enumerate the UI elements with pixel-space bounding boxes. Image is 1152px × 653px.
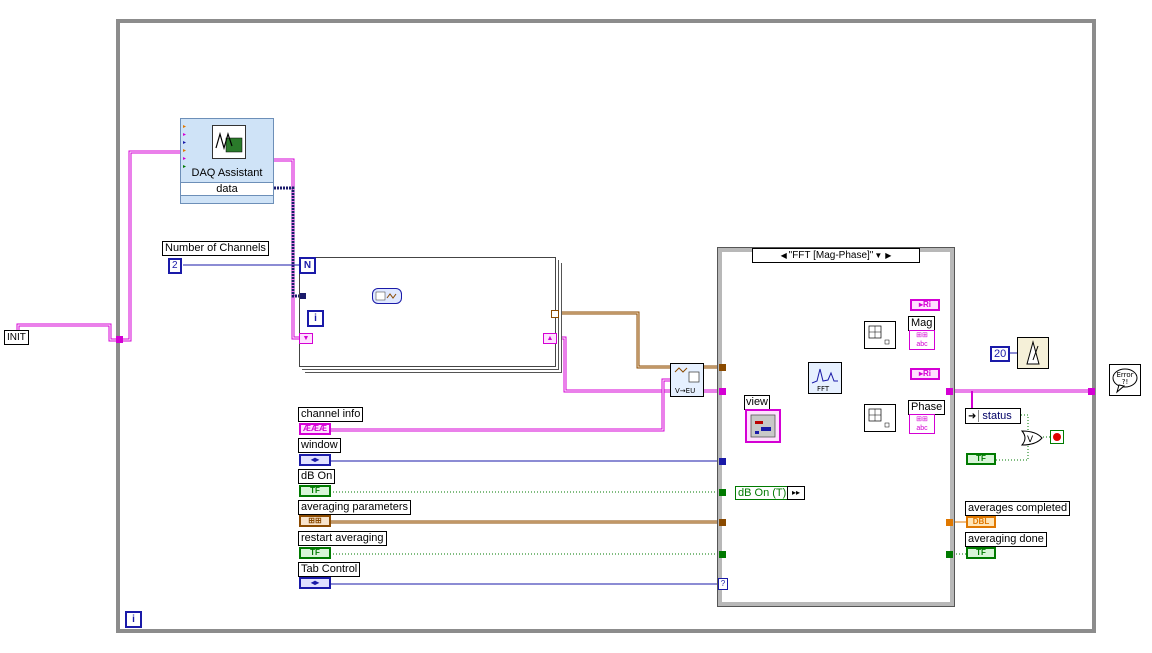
- stop-bool-constant[interactable]: TF: [966, 453, 996, 465]
- auto-index-tunnel: [300, 293, 306, 299]
- view-control[interactable]: [745, 409, 781, 443]
- error-bubble-icon: Error?!: [1112, 368, 1138, 394]
- fft-output-terminal-1[interactable]: ▸Ri: [910, 299, 940, 311]
- db-on-label: dB On: [298, 469, 336, 484]
- waveform-icon: [375, 291, 397, 301]
- shift-register-left[interactable]: ▼: [299, 333, 313, 344]
- channel-info-label: channel info: [298, 407, 364, 422]
- averaging-done-terminal[interactable]: TF: [966, 547, 996, 559]
- for-loop-count-terminal[interactable]: N: [299, 257, 316, 274]
- while-iteration-terminal: i: [125, 611, 142, 628]
- or-gate[interactable]: V: [1020, 429, 1044, 447]
- fft-vi[interactable]: FFT: [808, 362, 842, 394]
- convert-icon: V→EU: [674, 367, 700, 395]
- daq-assistant-title: DAQ Assistant: [191, 167, 263, 179]
- wait-ms-vi[interactable]: [1017, 337, 1049, 369]
- tab-control-terminal[interactable]: ◂▸: [299, 577, 331, 589]
- shift-register-right[interactable]: ▲: [543, 333, 557, 344]
- averaging-parameters-terminal[interactable]: ⊞⊞: [299, 515, 331, 527]
- case-tunnel-dbon: [719, 489, 726, 496]
- window-terminal[interactable]: ◂▸: [299, 454, 331, 466]
- unbundle-phase-node[interactable]: [864, 404, 896, 432]
- for-loop[interactable]: [299, 257, 556, 367]
- db-on-true-text: dB On (T): [738, 487, 787, 499]
- averages-completed-terminal[interactable]: DBL: [966, 516, 996, 528]
- case-tunnel-avgparams: [719, 519, 726, 526]
- averages-completed-label: averages completed: [965, 501, 1071, 516]
- daq-icon: [212, 125, 246, 159]
- phase-label: Phase: [908, 400, 946, 415]
- num-channels-constant[interactable]: 2: [168, 258, 182, 274]
- tab-control-label: Tab Control: [298, 562, 361, 577]
- status-label: status: [978, 410, 1012, 422]
- phase-indicator[interactable]: ⊞⊞ abc: [909, 414, 935, 434]
- case-tunnel-window: [719, 458, 726, 465]
- waveform-tunnel: [551, 310, 559, 318]
- db-on-true-constant[interactable]: dB On (T): [735, 486, 790, 500]
- init-constant[interactable]: INIT: [4, 330, 29, 345]
- case-next-icon[interactable]: ▶: [883, 249, 893, 262]
- svg-text:V: V: [1027, 435, 1034, 445]
- window-label: window: [298, 438, 341, 453]
- case-selector[interactable]: ◀ "FFT [Mag-Phase]"▼ ▶: [752, 248, 920, 263]
- error-out-tunnel: [1088, 388, 1095, 395]
- restart-averaging-terminal[interactable]: TF: [299, 547, 331, 559]
- daq-data-output[interactable]: data: [181, 182, 273, 196]
- case-selector-terminal[interactable]: ?: [718, 578, 728, 590]
- case-dropdown-icon[interactable]: ▼: [873, 249, 883, 262]
- averaging-parameters-label: averaging parameters: [298, 500, 412, 515]
- fft-output-terminal-2[interactable]: ▸Ri: [910, 368, 940, 380]
- loop-condition-stop-icon[interactable]: [1050, 430, 1064, 444]
- view-label: view: [744, 395, 771, 410]
- case-out-averages: [946, 519, 953, 526]
- db-on-terminal[interactable]: TF: [299, 485, 331, 497]
- unbundle-status[interactable]: ➜ status: [965, 408, 1021, 424]
- for-loop-index-terminal[interactable]: i: [307, 310, 324, 327]
- daq-assistant-vi[interactable]: ▸ ▸ ▸ ▸ ▸ ▸ DAQ Assistant data: [180, 118, 274, 204]
- averaging-done-label: averaging done: [965, 532, 1047, 547]
- convert-to-waveform-vi[interactable]: V→EU: [670, 363, 704, 397]
- case-tunnel-restart: [719, 551, 726, 558]
- wait-ms-constant[interactable]: 20: [990, 346, 1011, 362]
- num-channels-label: Number of Channels: [162, 241, 269, 256]
- view-cluster-icon: [750, 414, 776, 438]
- fft-caption: FFT: [817, 385, 830, 393]
- bundle-node[interactable]: ▸▸: [787, 486, 805, 500]
- case-out-done: [946, 551, 953, 558]
- fft-spectrum-icon: FFT: [811, 368, 838, 393]
- case-prev-icon[interactable]: ◀: [779, 249, 789, 262]
- right-arrow-icon: ➜: [968, 411, 977, 422]
- array-icon: [868, 408, 890, 428]
- case-out-error: [946, 388, 953, 395]
- metronome-icon: [1026, 340, 1040, 365]
- index-channel-vi[interactable]: [372, 288, 402, 304]
- case-selector-value: "FFT [Mag-Phase]": [788, 250, 874, 261]
- channel-info-terminal[interactable]: ÆÆÆ: [299, 423, 331, 435]
- restart-averaging-label: restart averaging: [298, 531, 387, 546]
- simple-error-handler-vi[interactable]: Error?!: [1109, 364, 1141, 396]
- or-gate-icon: V: [1020, 430, 1043, 446]
- case-tunnel-waveform: [719, 364, 726, 371]
- mag-indicator[interactable]: ⊞⊞ abc: [909, 330, 935, 350]
- array-icon: [868, 325, 890, 345]
- unbundle-mag-node[interactable]: [864, 321, 896, 349]
- mag-label: Mag: [908, 316, 936, 331]
- error-in-tunnel: [116, 336, 123, 343]
- svg-text:?!: ?!: [1122, 378, 1129, 386]
- case-tunnel-error: [719, 388, 726, 395]
- svg-text:V→EU: V→EU: [675, 387, 695, 395]
